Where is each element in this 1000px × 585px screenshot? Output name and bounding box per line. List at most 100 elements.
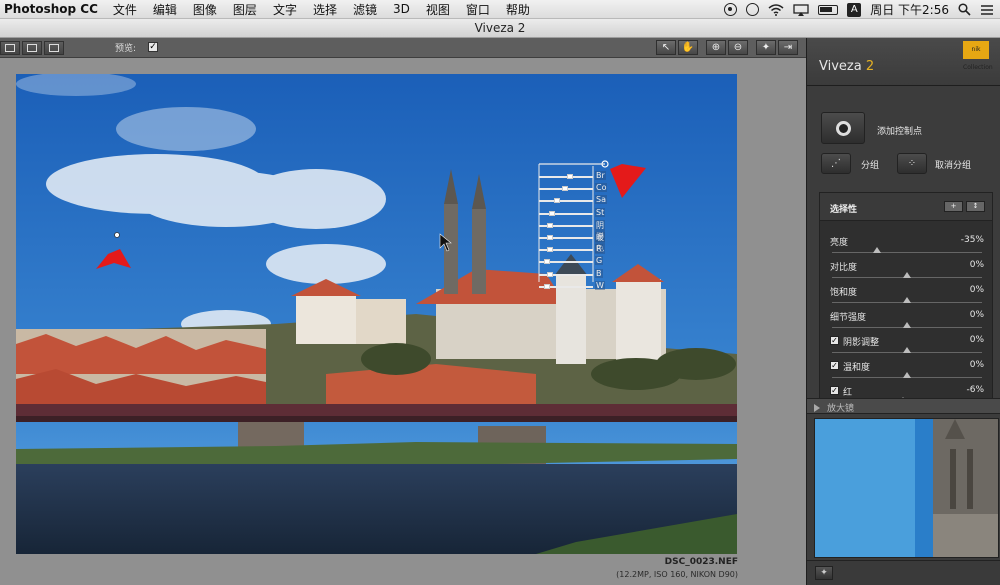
slider-thumb[interactable]: [903, 272, 911, 278]
input-source-icon[interactable]: A: [847, 2, 862, 17]
slider-thumb[interactable]: [903, 322, 911, 328]
control-point-slider-knob[interactable]: [546, 271, 553, 277]
menu-view[interactable]: 视图: [418, 1, 458, 18]
background-color-button[interactable]: ✦: [756, 40, 776, 55]
slider-thumb[interactable]: [903, 347, 911, 353]
notification-center-icon[interactable]: [980, 4, 994, 16]
menu-select[interactable]: 选择: [305, 1, 345, 18]
window-title: Viveza 2: [0, 19, 1000, 38]
arrow-icon: ↖: [661, 42, 671, 53]
preview-label: 预览:: [115, 44, 137, 54]
slider-value: -35%: [960, 235, 984, 245]
bulb-icon: ✦: [761, 42, 771, 53]
menu-window[interactable]: 窗口: [458, 1, 498, 18]
photo-scene: [16, 74, 737, 554]
side-by-side-icon: [49, 44, 59, 52]
loupe-image: [815, 419, 998, 557]
app-menu[interactable]: Photoshop CC: [4, 2, 105, 16]
menu-layer[interactable]: 图层: [225, 1, 265, 18]
single-view-icon: [5, 44, 15, 52]
menu-file[interactable]: 文件: [105, 1, 145, 18]
side-by-side-view-button[interactable]: [44, 41, 64, 55]
slider-name: 亮度: [830, 238, 849, 248]
menu-3d[interactable]: 3D: [385, 2, 418, 16]
slider-value: 0%: [969, 260, 984, 270]
panel-toggle-button[interactable]: ⇥: [778, 40, 798, 55]
record-icon[interactable]: [724, 3, 738, 16]
control-point-slider-label: Co: [595, 183, 608, 193]
control-point-slider-label: B: [595, 268, 603, 278]
single-view-button[interactable]: [0, 41, 20, 55]
menu-filter[interactable]: 滤镜: [345, 1, 385, 18]
control-point-icon: [836, 121, 851, 136]
control-point-slider-knob[interactable]: [554, 198, 560, 204]
control-point-slider-knob[interactable]: [546, 235, 553, 240]
menu-help[interactable]: 帮助: [498, 1, 538, 18]
control-point-slider-knob[interactable]: [549, 210, 555, 216]
control-point-slider-label: R: [595, 244, 603, 254]
control-point-slider-knob[interactable]: [566, 174, 573, 179]
control-point-slider-knob[interactable]: [546, 222, 553, 228]
split-view-button[interactable]: [22, 41, 42, 55]
slider-checkbox[interactable]: ✓: [830, 336, 839, 345]
slider-thumb[interactable]: [903, 372, 911, 378]
spotlight-search-icon[interactable]: [958, 3, 971, 16]
zoom-in-button[interactable]: ⊕: [706, 40, 726, 55]
photo-preview[interactable]: Br Co Sa St 阴影 暖色 R G B W: [16, 74, 737, 554]
status-area: A 周日 下午2:56: [724, 0, 994, 19]
control-point-slider-knob[interactable]: [544, 259, 550, 265]
menu-type[interactable]: 文字: [265, 1, 305, 18]
zoom-in-icon: ⊕: [711, 42, 721, 53]
creative-cloud-icon[interactable]: [746, 3, 760, 16]
menu-edit[interactable]: 编辑: [145, 1, 185, 18]
battery-icon[interactable]: [818, 4, 839, 15]
collapse-arrow-icon: [814, 404, 820, 412]
group-button[interactable]: ⋰: [821, 153, 851, 174]
slider-checkbox[interactable]: ✓: [830, 386, 839, 395]
select-tool-button[interactable]: ↖: [656, 40, 676, 55]
slider-row: ✓ 温和度 0%: [820, 358, 992, 383]
control-point-slider-track[interactable]: [539, 212, 593, 215]
slider-checkbox[interactable]: ✓: [830, 361, 839, 370]
collapse-sliders-button[interactable]: ↕: [966, 201, 985, 212]
clock[interactable]: 周日 下午2:56: [870, 1, 949, 18]
expand-sliders-button[interactable]: +: [944, 201, 963, 212]
app-root: Photoshop CC 文件 编辑 图像 图层 文字 选择 滤镜 3D 视图 …: [0, 0, 1000, 585]
zoom-out-button[interactable]: ⊖: [728, 40, 748, 55]
slider-name: 阴影调整: [843, 338, 880, 348]
ungroup-label: 取消分组: [935, 161, 972, 171]
slider-thumb[interactable]: [903, 297, 911, 303]
control-point-slider-label: W: [595, 280, 605, 290]
selectivity-title: 选择性: [830, 205, 858, 215]
group-label: 分组: [861, 161, 880, 171]
panel-version: 2: [865, 59, 875, 74]
wifi-icon[interactable]: [768, 3, 784, 16]
viveza-toolbar: 预览: ✓ ↖ ✋ ⊕ ⊖ ✦ ⇥: [0, 38, 806, 58]
control-point-slider-track[interactable]: [539, 200, 593, 203]
slider-thumb[interactable]: [873, 247, 881, 253]
ungroup-button[interactable]: ⁘: [897, 153, 927, 174]
slider-row: 亮度 -35%: [820, 233, 992, 258]
mac-menubar: Photoshop CC 文件 编辑 图像 图层 文字 选择 滤镜 3D 视图 …: [0, 0, 1000, 19]
control-point-sliders[interactable]: Br Co Sa St 阴影 暖色 R G B W: [534, 142, 609, 290]
selectivity-header: 选择性 + ↕: [820, 193, 992, 221]
loupe-footer: ✦: [807, 560, 1000, 585]
preview-checkbox[interactable]: ✓: [148, 42, 158, 52]
selectivity-section: 选择性 + ↕ 亮度 -35% 对比度 0% 饱和度 0% 细节强度 0% ✓ 阴影调整 0% ✓ 温和…: [819, 192, 993, 400]
add-control-point-button[interactable]: [821, 112, 865, 144]
control-point-slider-knob[interactable]: [544, 283, 550, 289]
control-point-slider-knob[interactable]: [546, 247, 553, 253]
airplay-icon[interactable]: [793, 3, 809, 16]
panel-icon: ⇥: [783, 42, 793, 53]
slider-value: 0%: [969, 310, 984, 320]
control-point-slider-label: Br: [595, 171, 606, 180]
slider-name: 细节强度: [830, 313, 867, 323]
control-point-slider-knob[interactable]: [561, 186, 568, 192]
slider-track[interactable]: [832, 252, 982, 253]
control-point-slider-label: St: [595, 207, 606, 217]
slider-name: 红: [843, 388, 853, 398]
pin-loupe-button[interactable]: ✦: [815, 566, 833, 580]
menu-image[interactable]: 图像: [185, 1, 225, 18]
hand-tool-button[interactable]: ✋: [678, 40, 698, 55]
loupe-header[interactable]: 放大镜: [807, 398, 1000, 414]
